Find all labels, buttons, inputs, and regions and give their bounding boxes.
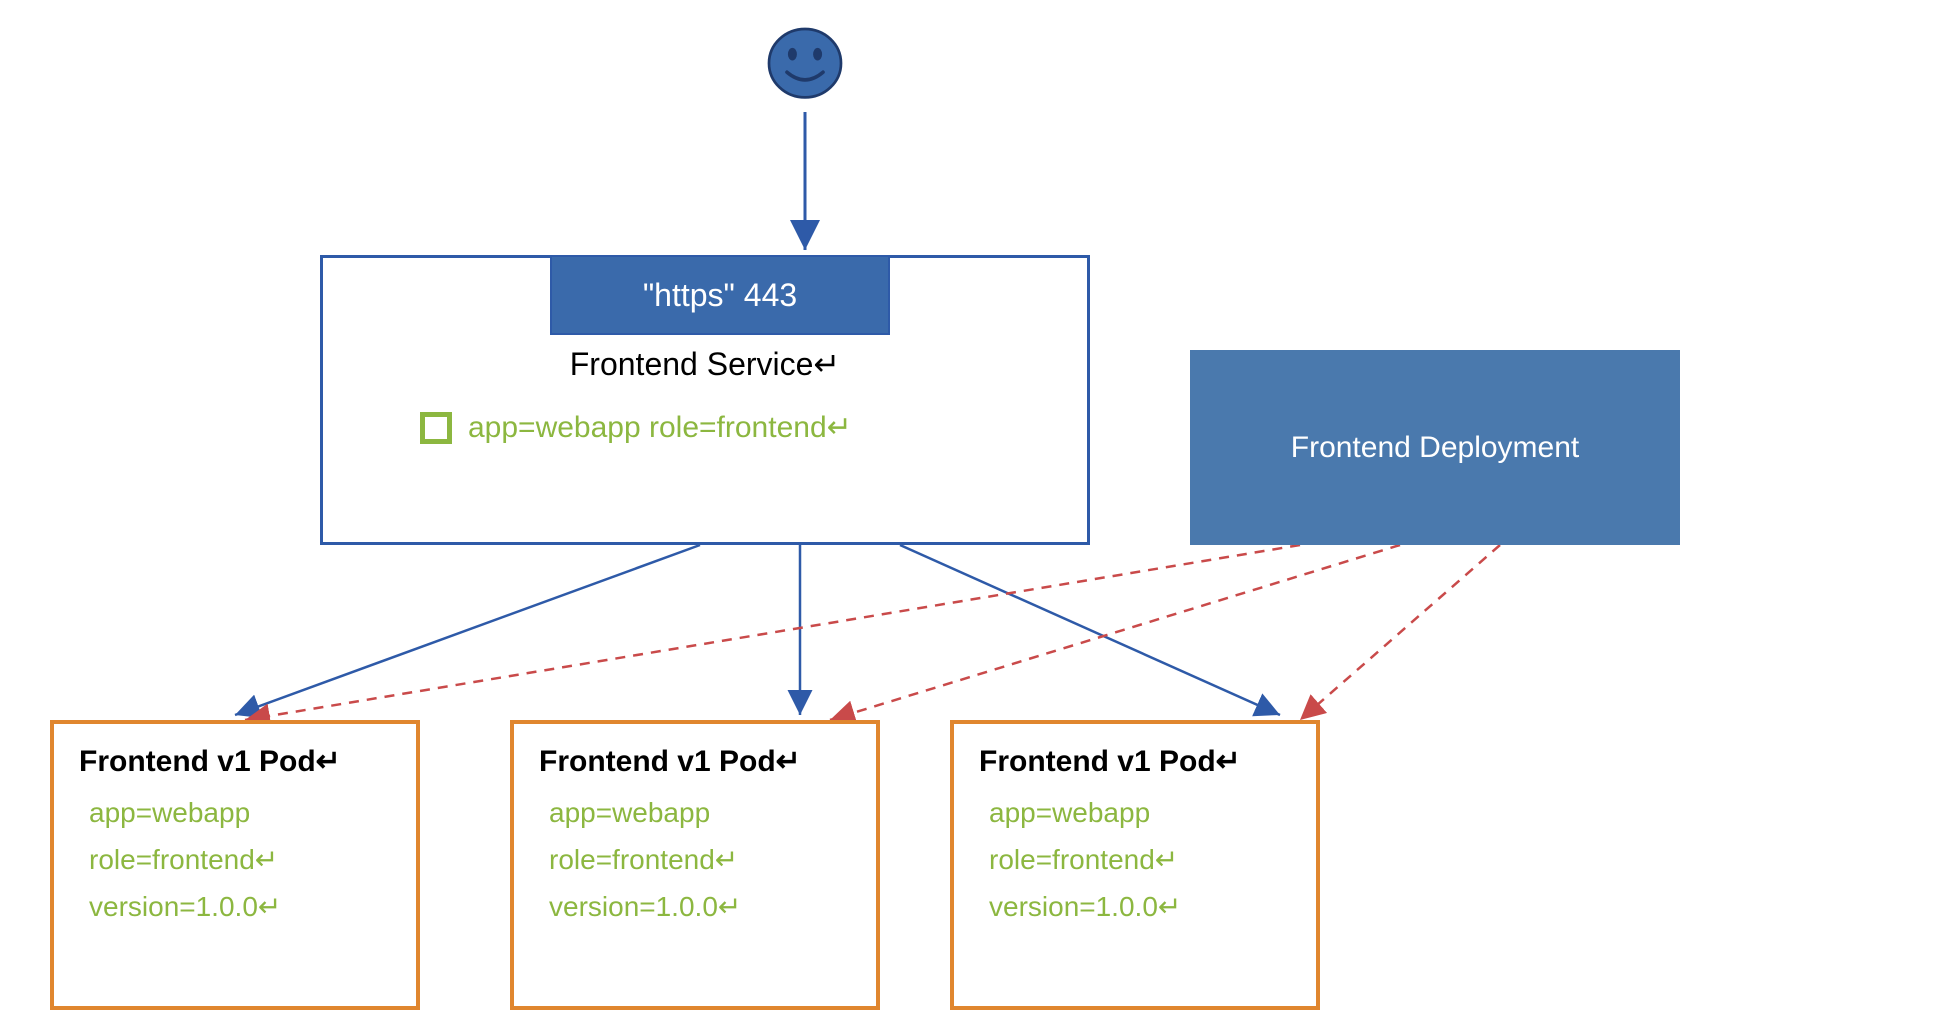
pod-label: app=webapp	[539, 797, 851, 829]
pod-box-3: Frontend v1 Pod↵ app=webapp role=fronten…	[950, 720, 1320, 1010]
pod-label: version=1.0.0↵	[979, 890, 1291, 923]
port-label: "https" 443	[643, 277, 797, 314]
selector-square-icon	[420, 412, 452, 444]
pod-title: Frontend v1 Pod↵	[79, 744, 391, 779]
pod-label: version=1.0.0↵	[79, 890, 391, 923]
user-smiley-icon	[760, 20, 850, 110]
deployment-title: Frontend Deployment	[1291, 431, 1580, 465]
pod-label: role=frontend↵	[979, 843, 1291, 876]
service-title: Frontend Service↵	[320, 345, 1090, 383]
service-selector-row: app=webapp role=frontend↵	[420, 410, 852, 445]
architecture-diagram: "https" 443 Frontend Service↵ app=webapp…	[0, 0, 1944, 1026]
pod-label: app=webapp	[979, 797, 1291, 829]
service-port-badge: "https" 443	[550, 255, 890, 335]
pod-title: Frontend v1 Pod↵	[539, 744, 851, 779]
frontend-deployment-box: Frontend Deployment	[1190, 350, 1680, 545]
pod-label: app=webapp	[79, 797, 391, 829]
pod-label: role=frontend↵	[539, 843, 851, 876]
service-selector-text: app=webapp role=frontend↵	[468, 410, 852, 445]
pod-box-1: Frontend v1 Pod↵ app=webapp role=fronten…	[50, 720, 420, 1010]
pod-box-2: Frontend v1 Pod↵ app=webapp role=fronten…	[510, 720, 880, 1010]
pod-title: Frontend v1 Pod↵	[979, 744, 1291, 779]
pod-label: version=1.0.0↵	[539, 890, 851, 923]
pod-label: role=frontend↵	[79, 843, 391, 876]
